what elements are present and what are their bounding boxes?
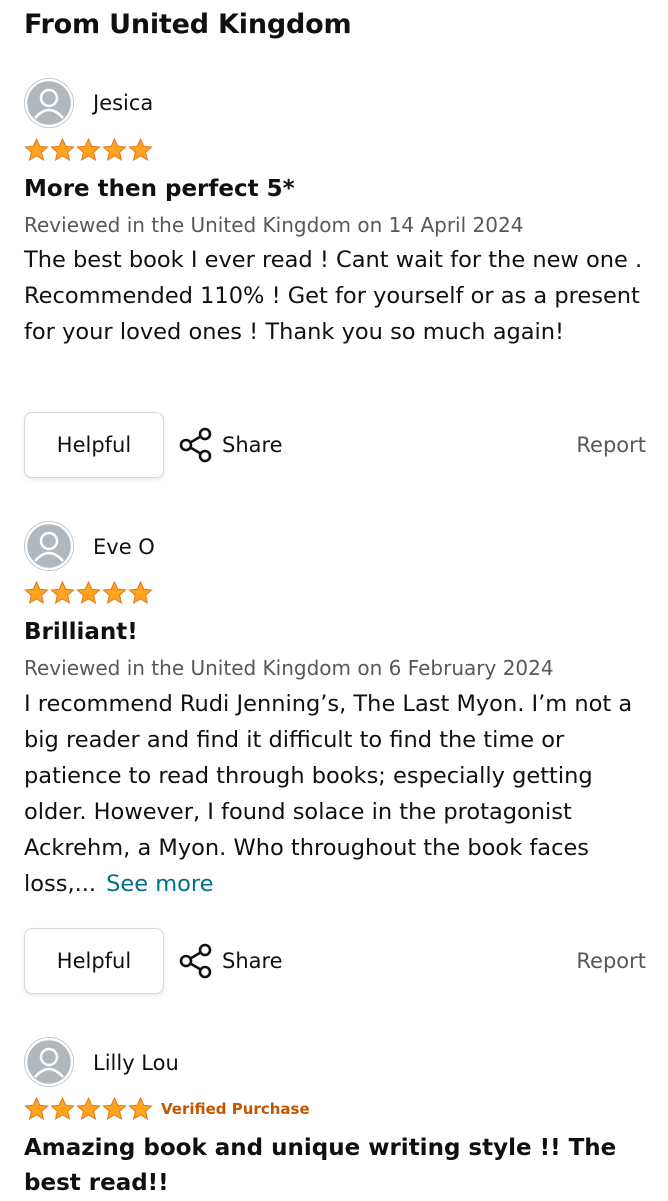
- share-label: Share: [222, 949, 283, 973]
- avatar: [24, 1037, 74, 1087]
- star-icon: [128, 581, 153, 604]
- verified-purchase-badge: Verified Purchase: [161, 1100, 310, 1118]
- review-body-text: I recommend Rudi Jenning’s, The Last Myo…: [24, 691, 633, 897]
- avatar: [24, 521, 74, 571]
- star-icon: [24, 138, 49, 161]
- review-title: Brilliant!: [24, 619, 138, 645]
- share-label: Share: [222, 433, 283, 457]
- review-title: More then perfect 5*: [24, 176, 295, 202]
- star-icon: [128, 138, 153, 161]
- star-rating: [24, 137, 154, 163]
- star-icon: [102, 581, 127, 604]
- share-button[interactable]: Share: [178, 928, 283, 994]
- star-icon: [50, 1097, 75, 1120]
- star-icon: [76, 581, 101, 604]
- star-icon: [50, 581, 75, 604]
- helpful-button[interactable]: Helpful: [24, 928, 164, 994]
- share-button[interactable]: Share: [178, 412, 283, 478]
- avatar: [24, 78, 74, 128]
- reviewer-name[interactable]: Jesica: [93, 89, 153, 117]
- star-icon: [24, 581, 49, 604]
- report-link[interactable]: Report: [576, 412, 646, 478]
- section-title: From United Kingdom: [24, 9, 352, 40]
- helpful-button[interactable]: Helpful: [24, 412, 164, 478]
- reviewer-name[interactable]: Eve O: [93, 533, 155, 561]
- person-silhouette-icon: [24, 78, 74, 128]
- review-date: Reviewed in the United Kingdom on 14 Apr…: [24, 213, 524, 237]
- star-icon: [24, 1097, 49, 1120]
- star-icon: [50, 138, 75, 161]
- review-body: The best book I ever read ! Cant wait fo…: [24, 247, 643, 345]
- star-icon: [102, 1097, 127, 1120]
- review-title: Amazing book and unique writing style !!…: [24, 1135, 617, 1196]
- reviewer-name[interactable]: Lilly Lou: [93, 1049, 179, 1077]
- share-icon: [179, 427, 212, 463]
- review-date: Reviewed in the United Kingdom on 6 Febr…: [24, 656, 554, 680]
- star-icon: [102, 138, 127, 161]
- report-link[interactable]: Report: [576, 928, 646, 994]
- person-silhouette-icon: [24, 1037, 74, 1087]
- person-silhouette-icon: [24, 521, 74, 571]
- star-icon: [76, 138, 101, 161]
- star-rating: Verified Purchase: [24, 1096, 310, 1122]
- star-icon: [76, 1097, 101, 1120]
- review-body: I recommend Rudi Jenning’s, The Last Myo…: [24, 686, 654, 902]
- share-icon: [179, 943, 212, 979]
- star-icon: [128, 1097, 153, 1120]
- see-more-link[interactable]: See more: [106, 871, 213, 897]
- star-rating: [24, 580, 154, 606]
